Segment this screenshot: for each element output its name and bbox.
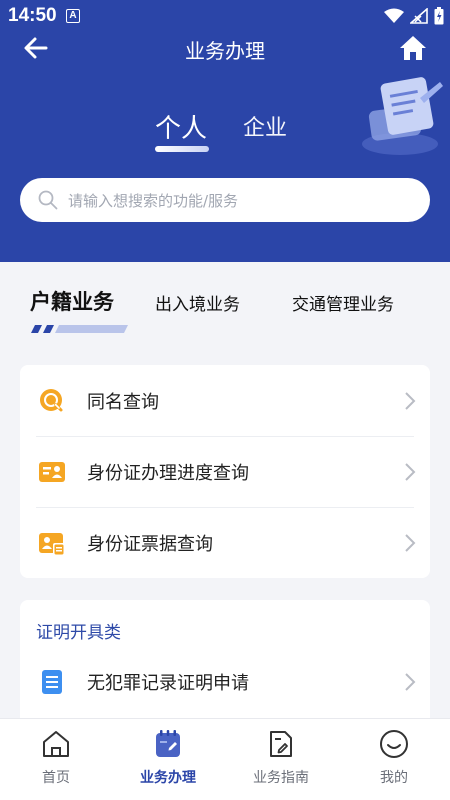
tab-individual[interactable]: 个人 (155, 108, 207, 145)
nav-bar: 业务办理 (0, 28, 450, 68)
name-search-icon (40, 389, 63, 412)
list-item-label: 无犯罪记录证明申请 (87, 673, 249, 694)
document-illustration-icon (362, 77, 443, 155)
list-item-same-name-query[interactable]: 同名查询 (20, 365, 430, 436)
nav-label: 我的 (380, 770, 408, 786)
chevron-right-icon (405, 463, 416, 481)
chevron-right-icon (405, 534, 416, 552)
list-item-label: 同名查询 (87, 392, 159, 413)
notification-icon: A (66, 9, 80, 23)
tab-immigration[interactable]: 出入境业务 (155, 290, 240, 315)
nav-label: 业务办理 (140, 770, 196, 786)
status-icons (384, 6, 444, 26)
guide-icon (270, 731, 292, 757)
tab-enterprise[interactable]: 企业 (243, 110, 287, 142)
battery-icon (434, 7, 444, 25)
wifi-icon (384, 8, 404, 23)
list-item-id-card-progress[interactable]: 身份证办理进度查询 (20, 436, 430, 507)
nav-label: 业务指南 (253, 770, 309, 786)
household-services-card: 同名查询 身份证办理进度查询 身份证票据查询 (20, 365, 430, 578)
id-card-receipt-icon (39, 533, 65, 556)
home-icon (43, 731, 69, 757)
tab-household[interactable]: 户籍业务 (30, 286, 114, 316)
list-item-label: 身份证票据查询 (87, 534, 213, 555)
nav-home[interactable]: 首页 (0, 719, 112, 800)
search-input[interactable]: 请输入想搜索的功能/服务 (20, 178, 430, 222)
nav-business[interactable]: 业务办理 (112, 719, 224, 800)
signal-icon (410, 8, 428, 24)
top-tabs: 个人 企业 (155, 108, 315, 160)
nav-guide[interactable]: 业务指南 (225, 719, 337, 800)
category-tabs: 户籍业务 出入境业务 交通管理业务 (0, 270, 450, 340)
header: 14:50 A 业务办理 个人 企业 请输入想搜索的功能/服务 (0, 0, 450, 262)
nav-label: 首页 (42, 770, 70, 786)
section-title: 证明开具类 (36, 623, 121, 643)
business-icon (156, 730, 180, 757)
profile-icon (380, 730, 408, 758)
bottom-nav: 首页 业务办理 业务指南 我的 (0, 718, 450, 800)
chevron-right-icon (405, 673, 416, 691)
nav-profile[interactable]: 我的 (338, 719, 450, 800)
search-placeholder: 请输入想搜索的功能/服务 (68, 192, 239, 210)
id-card-progress-icon (39, 462, 65, 482)
chevron-right-icon (405, 392, 416, 410)
list-item-label: 身份证办理进度查询 (87, 463, 249, 484)
home-icon[interactable] (398, 33, 428, 63)
list-item-no-criminal-record[interactable]: 无犯罪记录证明申请 (20, 646, 430, 717)
tab-traffic[interactable]: 交通管理业务 (292, 290, 394, 315)
tab-indicator (155, 146, 209, 152)
category-indicator (31, 325, 128, 333)
document-icon (42, 670, 62, 694)
page-title: 业务办理 (185, 39, 265, 63)
status-time: 14:50 (8, 5, 57, 26)
list-item-id-card-receipt[interactable]: 身份证票据查询 (20, 507, 430, 578)
search-icon (38, 190, 58, 210)
